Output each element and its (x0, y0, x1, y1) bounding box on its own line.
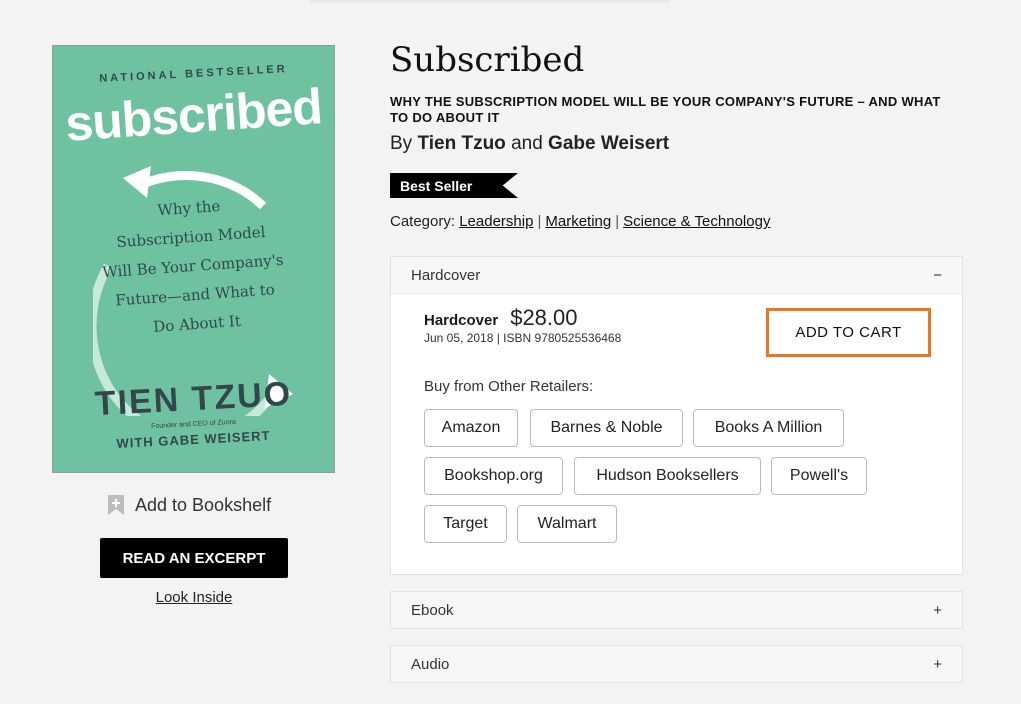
collapse-icon[interactable]: − (933, 267, 942, 284)
best-seller-badge: Best Seller (390, 173, 518, 198)
cover-subtitle: Why the Subscription Model Will Be Your … (88, 187, 298, 346)
retailer-button-powells[interactable]: Powell's (771, 457, 867, 495)
retailers-label: Buy from Other Retailers: (424, 378, 594, 395)
format-panel-ebook[interactable]: Ebook + (390, 591, 963, 629)
format-header-audio[interactable]: Audio + (391, 646, 962, 682)
category-separator: | (615, 213, 620, 230)
format-panel-audio[interactable]: Audio + (390, 645, 963, 683)
category-list: Category: Leadership | Marketing | Science &… (390, 213, 770, 230)
retailer-button-target[interactable]: Target (424, 505, 507, 543)
category-link-science-technology[interactable]: Science & Technology (623, 213, 770, 230)
format-name: Hardcover (424, 312, 499, 329)
expand-icon[interactable]: + (933, 602, 942, 619)
book-cover-image[interactable]: NATIONAL BESTSELLER subscribed Why the S… (52, 45, 335, 473)
retailer-button-bookshop[interactable]: Bookshop.org (424, 457, 563, 495)
category-link-leadership[interactable]: Leadership (459, 213, 533, 230)
read-excerpt-button[interactable]: READ AN EXCERPT (100, 538, 288, 578)
author-link-gabe-weisert[interactable]: Gabe Weisert (548, 133, 669, 154)
and-word: and (511, 133, 543, 154)
retailer-button-barnes-noble[interactable]: Barnes & Noble (530, 409, 683, 447)
category-separator: | (537, 213, 542, 230)
book-title: Subscribed (390, 40, 585, 80)
format-header-label: Audio (411, 655, 450, 673)
retailer-button-walmart[interactable]: Walmart (517, 505, 617, 543)
top-shadow (310, 0, 670, 4)
format-header-label: Ebook (411, 601, 454, 619)
format-price: $28.00 (510, 305, 578, 330)
format-header-hardcover[interactable]: Hardcover − (391, 257, 962, 294)
bookmark-plus-icon (108, 495, 124, 515)
expand-icon[interactable]: + (933, 656, 942, 673)
category-link-marketing[interactable]: Marketing (545, 213, 611, 230)
add-to-cart-button[interactable]: ADD TO CART (766, 308, 931, 357)
book-subtitle: WHY THE SUBSCRIPTION MODEL WILL BE YOUR … (390, 94, 941, 125)
category-prefix: Category: (390, 213, 456, 230)
retailer-button-hudson[interactable]: Hudson Booksellers (574, 457, 761, 495)
add-to-bookshelf-link[interactable]: Add to Bookshelf (107, 493, 271, 517)
format-price-row: Hardcover $28.00 (424, 305, 578, 331)
cover-title: subscribed (63, 78, 324, 152)
format-header-label: Hardcover (411, 266, 481, 284)
retailer-button-books-a-million[interactable]: Books A Million (693, 409, 844, 447)
format-panel-hardcover: Hardcover − Hardcover $28.00 Jun 05, 201… (390, 256, 963, 575)
format-meta: Jun 05, 2018 | ISBN 9780525536468 (424, 331, 622, 345)
look-inside-link[interactable]: Look Inside (100, 589, 288, 606)
by-prefix: By (390, 133, 413, 154)
byline: By Tien Tzuo and Gabe Weisert (390, 133, 669, 155)
author-link-tien-tzuo[interactable]: Tien Tzuo (417, 133, 505, 154)
retailer-button-amazon[interactable]: Amazon (424, 409, 518, 447)
bookshelf-label: Add to Bookshelf (135, 494, 272, 515)
format-header-ebook[interactable]: Ebook + (391, 592, 962, 628)
